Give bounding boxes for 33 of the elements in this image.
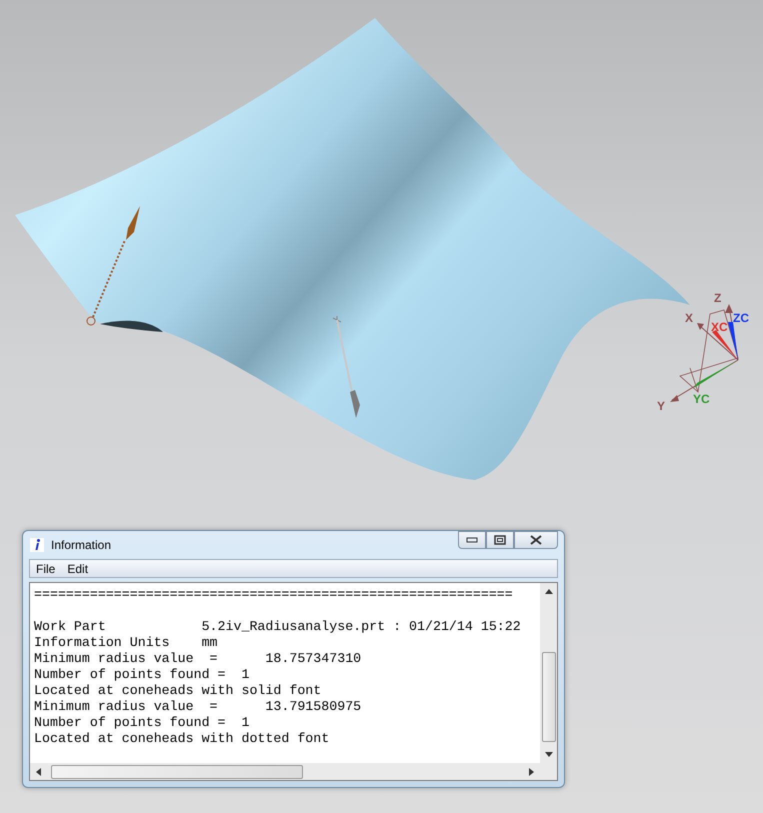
- menu-item[interactable]: File: [36, 560, 56, 578]
- info-line: Information Units mm: [34, 635, 218, 651]
- vertical-scrollbar[interactable]: [540, 583, 557, 763]
- info-line: Number of points found = 1: [34, 715, 250, 731]
- window-title: Information: [51, 537, 112, 554]
- menu-item[interactable]: Edit: [67, 560, 88, 578]
- axis-label: YC: [693, 392, 710, 406]
- info-line: Number of points found = 1: [34, 667, 250, 683]
- info-line: Work Part 5.2iv_Radiusanalyse.prt : 01/21/14 15:22: [34, 619, 521, 635]
- maximize-icon: [494, 535, 506, 545]
- axis-label: Y: [657, 399, 666, 413]
- axis-label: ZC: [733, 311, 749, 325]
- scroll-down-icon: [544, 752, 552, 757]
- scroll-right-icon: [529, 768, 534, 776]
- info-line: Minimum radius value = 18.757347310: [34, 651, 362, 667]
- minimize-button[interactable]: [458, 531, 486, 549]
- scroll-thumb[interactable]: [51, 764, 303, 778]
- maximize-button[interactable]: [486, 531, 514, 549]
- close-button[interactable]: [514, 531, 558, 549]
- scroll-up-icon: [544, 589, 552, 594]
- scroll-thumb[interactable]: [542, 652, 556, 742]
- info-line: Located at coneheads with dotted font: [34, 731, 330, 747]
- separator-line: ============================================================: [34, 587, 513, 603]
- close-icon: [530, 535, 542, 545]
- horizontal-scrollbar[interactable]: [30, 763, 557, 780]
- axis-label: X: [685, 311, 694, 325]
- info-line: Located at coneheads with solid font: [34, 683, 322, 699]
- scroll-left-icon: [36, 768, 41, 776]
- axis-label: XC: [711, 320, 728, 334]
- axis-label: Z: [714, 291, 722, 305]
- minimize-icon: [466, 537, 478, 543]
- info-line: Minimum radius value = 13.791580975: [34, 699, 362, 715]
- info-icon: [29, 537, 45, 553]
